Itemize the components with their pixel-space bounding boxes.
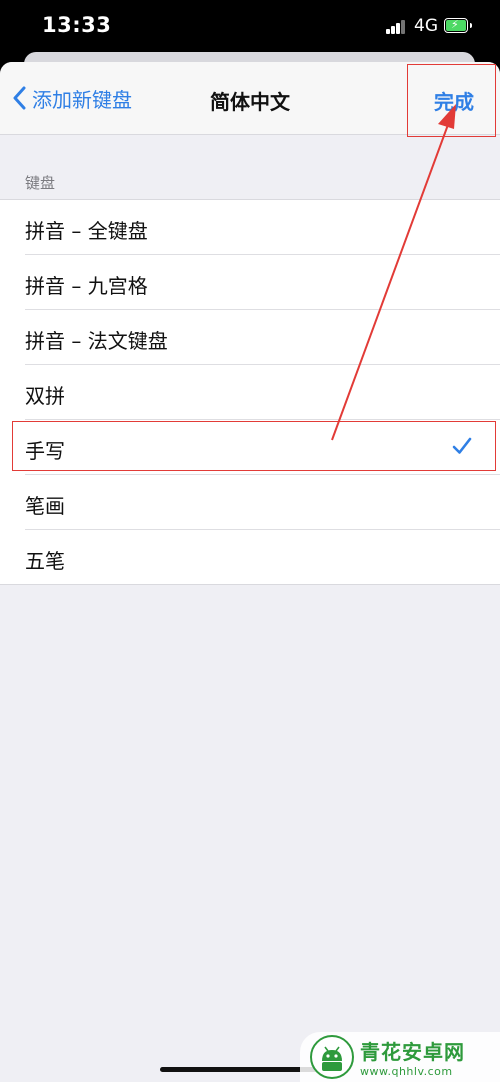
keyboard-option-stroke[interactable]: 笔画 [25,474,500,529]
navigation-bar: 添加新键盘 简体中文 完成 [0,62,500,135]
keyboard-option-pinyin-9key[interactable]: 拼音 – 九宫格 [25,254,500,309]
watermark-title: 青花安卓网 [360,1040,465,1064]
checkmark-icon [452,437,472,454]
keyboard-option-label: 手写 [25,439,65,463]
watermark: 青花安卓网 www.qhhlv.com [300,1032,500,1082]
keyboard-option-wubi[interactable]: 五笔 [25,529,500,584]
keyboard-option-handwriting[interactable]: 手写 [25,419,500,474]
status-bar: 13:33 4G ⚡ [0,0,500,54]
watermark-url: www.qhhlv.com [360,1065,453,1078]
keyboard-list: 拼音 – 全键盘 拼音 – 九宫格 拼音 – 法文键盘 双拼 手写 笔画 五笔 [0,199,500,585]
keyboard-option-shuangpin[interactable]: 双拼 [25,364,500,419]
android-logo-icon [310,1035,354,1079]
keyboard-option-label: 笔画 [25,494,65,518]
cellular-signal-icon [386,20,406,34]
keyboard-option-pinyin-full[interactable]: 拼音 – 全键盘 [0,200,500,254]
keyboard-option-label: 拼音 – 法文键盘 [25,329,168,353]
keyboard-option-label: 拼音 – 全键盘 [25,219,148,243]
keyboard-option-label: 五笔 [25,549,65,573]
keyboard-option-label: 拼音 – 九宫格 [25,274,148,298]
keyboard-option-label: 双拼 [25,384,65,408]
battery-charging-icon: ⚡ [444,18,472,33]
keyboard-option-pinyin-french[interactable]: 拼音 – 法文键盘 [25,309,500,364]
network-type: 4G [414,16,438,36]
section-header: 键盘 [25,174,56,192]
page-title: 简体中文 [210,90,290,114]
keyboard-sheet: 添加新键盘 简体中文 完成 键盘 拼音 – 全键盘 拼音 – 九宫格 拼音 – … [0,62,500,1082]
done-button[interactable]: 完成 [434,86,474,115]
status-time: 13:33 [42,13,112,37]
